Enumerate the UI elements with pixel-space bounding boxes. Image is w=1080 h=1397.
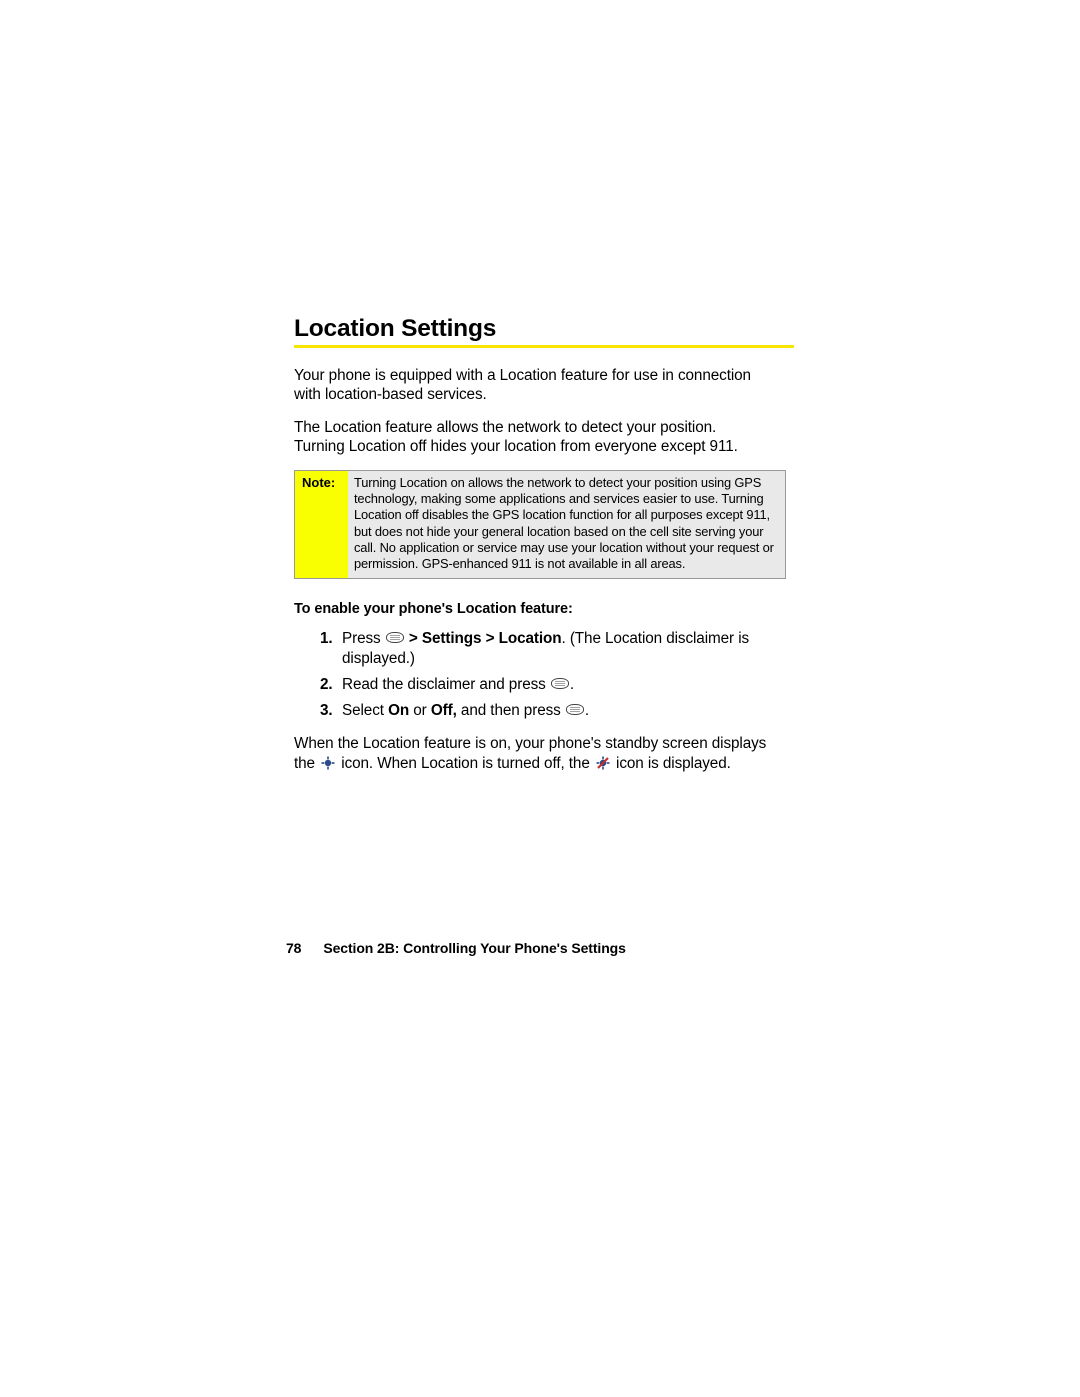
location-off-icon: [596, 756, 610, 770]
step-3: 3. Select On or Off, and then press .: [320, 701, 794, 721]
closing-paragraph: When the Location feature is on, your ph…: [294, 734, 774, 773]
intro-paragraph-1: Your phone is equipped with a Location f…: [294, 366, 764, 404]
note-text: Turning Location on allows the network t…: [348, 471, 785, 578]
step-number: 3.: [320, 701, 342, 721]
option-off: Off,: [431, 702, 457, 719]
step-text: Select: [342, 702, 388, 719]
menu-key-icon: [566, 704, 584, 715]
step-body: Press > Settings > Location. (The Locati…: [342, 629, 774, 669]
intro-paragraph-2: The Location feature allows the network …: [294, 418, 764, 456]
step-number: 2.: [320, 675, 342, 695]
section-name: Section 2B: Controlling Your Phone's Set…: [323, 940, 625, 956]
menu-key-icon: [386, 632, 404, 643]
step-body: Select On or Off, and then press .: [342, 701, 774, 721]
page-number: 78: [286, 940, 301, 956]
menu-path: > Settings > Location: [405, 630, 562, 647]
procedure-steps: 1. Press > Settings > Location. (The Loc…: [320, 629, 794, 721]
step-text: Press: [342, 630, 385, 647]
step-text: and then press: [457, 702, 565, 719]
step-body: Read the disclaimer and press .: [342, 675, 774, 695]
section-heading: Location Settings: [294, 316, 794, 348]
page-footer: 78 Section 2B: Controlling Your Phone's S…: [286, 940, 786, 956]
menu-key-icon: [551, 678, 569, 689]
closing-text: icon is displayed.: [612, 755, 731, 772]
procedure-subheading: To enable your phone's Location feature:: [294, 601, 794, 617]
location-on-icon: [321, 756, 335, 770]
closing-text: icon. When Location is turned off, the: [337, 755, 594, 772]
step-1: 1. Press > Settings > Location. (The Loc…: [320, 629, 794, 669]
step-text: or: [409, 702, 431, 719]
option-on: On: [388, 702, 409, 719]
note-box: Note: Turning Location on allows the net…: [294, 470, 786, 579]
page-content: Location Settings Your phone is equipped…: [294, 316, 794, 774]
step-text: Read the disclaimer and press: [342, 676, 550, 693]
step-2: 2. Read the disclaimer and press .: [320, 675, 794, 695]
step-number: 1.: [320, 629, 342, 669]
step-text: .: [570, 676, 574, 693]
step-text: .: [585, 702, 589, 719]
note-label: Note:: [295, 471, 348, 578]
